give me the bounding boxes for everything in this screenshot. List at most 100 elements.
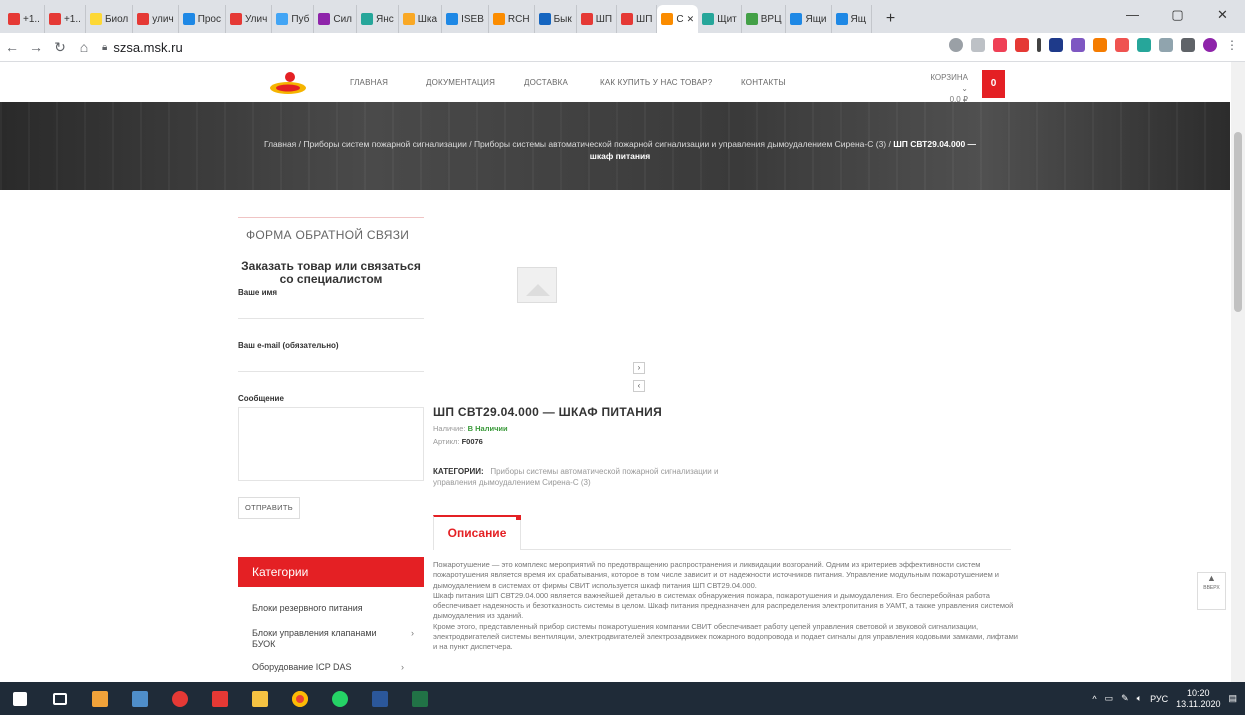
extension-icon[interactable] — [1037, 38, 1041, 52]
page-banner: Главная / Приборы систем пожарной сигнал… — [0, 102, 1230, 190]
nav-how-to-buy[interactable]: КАК КУПИТЬ У НАС ТОВАР? — [600, 78, 712, 87]
browser-tab[interactable]: Бык — [535, 5, 577, 33]
excel-icon[interactable] — [400, 682, 440, 715]
browser-tab[interactable]: ISEB — [442, 5, 489, 33]
gallery-next-icon[interactable]: › — [633, 362, 645, 374]
tab-favicon-icon — [182, 13, 195, 25]
cart-count-badge[interactable]: 0 — [982, 70, 1005, 98]
browser-tab[interactable]: Ящ — [832, 5, 872, 33]
close-window-icon[interactable]: ✕ — [1200, 0, 1245, 30]
category-item[interactable]: Оборудование ICP DAS › — [252, 662, 412, 673]
extension-icon[interactable] — [1159, 38, 1173, 52]
product-image-placeholder[interactable] — [517, 267, 557, 303]
name-field[interactable] — [238, 297, 424, 319]
site-logo[interactable] — [268, 70, 308, 96]
nav-documentation[interactable]: ДОКУМЕНТАЦИЯ — [426, 78, 495, 87]
clock[interactable]: 10:20 13.11.2020 — [1176, 688, 1220, 710]
clock-date: 13.11.2020 — [1176, 698, 1221, 709]
browser-tab[interactable]: улич — [133, 5, 179, 33]
language-indicator[interactable]: РУС — [1150, 694, 1168, 704]
message-field[interactable] — [238, 407, 424, 481]
extension-icon[interactable] — [1015, 38, 1029, 52]
file-explorer-icon[interactable] — [240, 682, 280, 715]
notifications-icon[interactable]: ▤ — [1228, 693, 1237, 704]
task-view-icon[interactable] — [40, 682, 80, 715]
extension-icon[interactable] — [1049, 38, 1063, 52]
extension-icon[interactable] — [1071, 38, 1085, 52]
volume-icon[interactable]: 🔈︎ — [1137, 693, 1142, 704]
menu-dots-icon[interactable]: ⋮ — [1225, 38, 1239, 52]
maximize-icon[interactable]: ▢ — [1155, 0, 1200, 30]
nav-delivery[interactable]: ДОСТАВКА — [524, 78, 568, 87]
word-icon[interactable] — [360, 682, 400, 715]
category-item[interactable]: Блоки резервного питания — [252, 603, 412, 614]
browser-tab[interactable]: Щит — [698, 5, 742, 33]
windows-start-icon[interactable] — [0, 682, 40, 715]
browser-tab[interactable]: Прос — [179, 5, 226, 33]
tab-favicon-icon — [89, 13, 102, 25]
bookmark-star-icon[interactable] — [971, 38, 985, 52]
scrollbar-thumb[interactable] — [1234, 132, 1242, 312]
new-tab-button[interactable]: + — [880, 8, 902, 30]
forward-icon[interactable]: → — [24, 39, 48, 55]
pen-icon[interactable]: ✎ — [1121, 693, 1129, 704]
email-label: Ваш e-mail (обязательно) — [238, 341, 339, 350]
minimize-icon[interactable]: — — [1110, 0, 1155, 30]
zoom-icon[interactable] — [949, 38, 963, 52]
browser-tab[interactable]: Шка — [399, 5, 443, 33]
browser-tab[interactable]: ШП — [617, 5, 658, 33]
gallery-prev-icon[interactable]: ‹ — [633, 380, 645, 392]
browser-tab[interactable]: +1.. — [45, 5, 86, 33]
email-field[interactable] — [238, 350, 424, 372]
home-icon[interactable]: ⌂ — [72, 39, 96, 55]
browser-tab[interactable]: Сил — [314, 5, 358, 33]
send-button[interactable]: ОТПРАВИТЬ — [238, 497, 300, 519]
category-label: Оборудование ICP DAS — [252, 662, 352, 672]
cart-summary[interactable]: КОРЗИНА ⌄ 0.0 ₽ — [928, 72, 968, 105]
download-icon[interactable] — [1093, 38, 1107, 52]
pocket-icon[interactable] — [993, 38, 1007, 52]
browser-tab[interactable]: Янс — [357, 5, 399, 33]
tab-favicon-icon — [790, 13, 803, 25]
browser-tab[interactable]: Биол — [86, 5, 134, 33]
network-icon[interactable]: ▭ — [1105, 693, 1114, 704]
browser-tab[interactable]: +1.. — [4, 5, 45, 33]
browser-tab[interactable]: ШП — [577, 5, 618, 33]
puzzle-icon[interactable] — [1181, 38, 1195, 52]
tab-favicon-icon — [745, 13, 758, 25]
tab-description[interactable]: Описание — [433, 515, 521, 550]
browser-tab[interactable]: Ящи — [786, 5, 832, 33]
tab-favicon-icon — [446, 13, 459, 25]
back-to-top-button[interactable]: ▲ ВВЕРХ — [1197, 572, 1226, 610]
acrobat-icon[interactable] — [200, 682, 240, 715]
nav-home[interactable]: ГЛАВНАЯ — [350, 78, 388, 87]
calculator-icon[interactable] — [120, 682, 160, 715]
avatar[interactable] — [1203, 38, 1217, 52]
description-paragraph: Шкаф питания ШП СВТ29.04.000 является ва… — [433, 590, 1014, 621]
browser-tab[interactable]: ВРЦ — [742, 5, 787, 33]
app-icon[interactable] — [80, 682, 120, 715]
categories-label: КАТЕГОРИИ: — [433, 467, 484, 476]
url-field[interactable]: 🔒︎ szsa.msk.ru — [102, 40, 183, 55]
nav-contacts[interactable]: КОНТАКТЫ — [741, 78, 786, 87]
product-categories: КАТЕГОРИИ: Приборы системы автоматическо… — [433, 466, 763, 488]
app-icon[interactable] — [160, 682, 200, 715]
extension-icon[interactable] — [1137, 38, 1151, 52]
close-tab-icon[interactable]: ✕ — [687, 14, 695, 25]
reload-icon[interactable]: ↻ — [48, 39, 72, 56]
page-scrollbar[interactable] — [1231, 62, 1245, 682]
browser-tab[interactable]: RCH — [489, 5, 535, 33]
tray-chevron-icon[interactable]: ^ — [1092, 694, 1096, 704]
category-item[interactable]: Блоки управления клапанами БУОК › — [252, 628, 414, 650]
breadcrumb-path[interactable]: Главная / Приборы систем пожарной сигнал… — [264, 139, 893, 149]
whatsapp-icon[interactable] — [320, 682, 360, 715]
web-page: ГЛАВНАЯ ДОКУМЕНТАЦИЯ ДОСТАВКА КАК КУПИТЬ… — [0, 62, 1245, 682]
chrome-icon[interactable] — [280, 682, 320, 715]
tab-favicon-icon — [137, 13, 150, 25]
system-tray: ^ ▭ ✎ 🔈︎ РУС 10:20 13.11.2020 ▤ — [1092, 682, 1245, 715]
browser-tab[interactable]: Пуб — [272, 5, 315, 33]
back-icon[interactable]: ← — [0, 39, 24, 55]
browser-tab[interactable]: Улич — [226, 5, 273, 33]
extension-icon[interactable] — [1115, 38, 1129, 52]
browser-tab[interactable]: С ✕ — [657, 5, 699, 33]
